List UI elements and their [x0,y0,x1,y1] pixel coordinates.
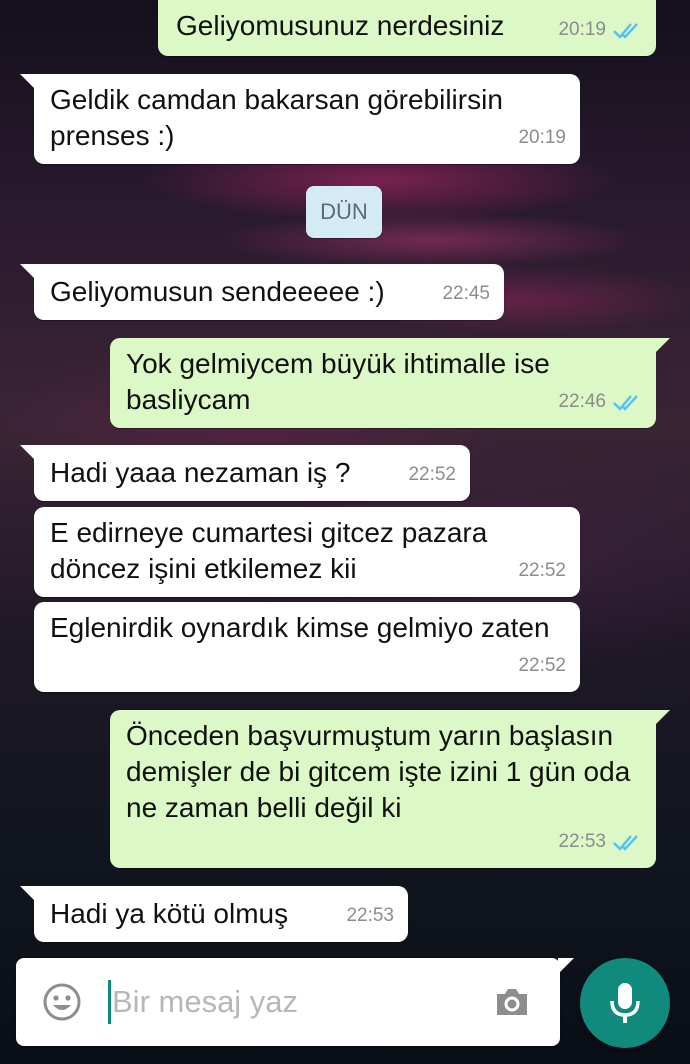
message-bubble-incoming[interactable]: Hadi yaaa nezaman iş ? 22:52 [20,445,470,501]
message-bubble-incoming[interactable]: Eglenirdik oynardık kimse gelmiyo zaten … [34,602,580,692]
message-bubble-incoming[interactable]: Hadi ya kötü olmuş 22:53 [20,886,408,942]
text-cursor [108,980,111,1024]
message-bubble-outgoing[interactable]: Önceden başvurmuştum yarın başlasın demi… [110,710,670,868]
message-bubble-incoming[interactable]: Geliyomusun sendeeeee :) 22:45 [20,264,504,320]
double-check-read-icon [613,395,638,411]
emoji-icon[interactable] [42,982,82,1022]
message-time: 22:46 [558,391,606,412]
message-input[interactable]: Bir mesaj yaz [112,982,298,1022]
double-check-read-icon [613,835,638,851]
message-composer[interactable]: Bir mesaj yaz [16,958,574,1046]
message-text: Hadi ya kötü olmuş [50,898,289,929]
message-text: E edirneye cumartesi gitcez pazara dönce… [50,517,488,584]
message-bubble-incoming[interactable]: E edirneye cumartesi gitcez pazara dönce… [34,507,580,597]
message-time: 22:52 [518,655,566,676]
voice-record-button[interactable] [580,958,670,1048]
message-time: 20:19 [558,19,606,40]
message-time: 22:52 [408,464,456,485]
message-time: 22:45 [442,283,490,304]
message-text: Geliyomusunuz nerdesiniz [176,10,505,41]
message-bubble-incoming[interactable]: Geldik camdan bakarsan görebilirsin pren… [20,74,580,164]
message-bubble-outgoing[interactable]: Yok gelmiycem büyük ihtimalle ise basliy… [110,338,670,428]
message-text: Eglenirdik oynardık kimse gelmiyo zaten [50,612,550,643]
mic-icon [610,983,640,1023]
message-text: Hadi yaaa nezaman iş ? [50,457,351,488]
message-text: Önceden başvurmuştum yarın başlasın demi… [126,720,631,823]
message-bubble-outgoing[interactable]: Geliyomusunuz nerdesiniz 20:19 [158,0,656,56]
camera-icon[interactable] [492,982,532,1022]
message-time: 22:52 [518,560,566,581]
message-time: 22:53 [346,905,394,926]
message-text: Geliyomusun sendeeeee :) [50,276,385,307]
message-time: 20:19 [518,127,566,148]
double-check-read-icon [613,23,638,39]
message-text: Geldik camdan bakarsan görebilirsin pren… [50,84,503,151]
message-time: 22:53 [558,831,606,852]
date-separator: DÜN [306,186,382,238]
